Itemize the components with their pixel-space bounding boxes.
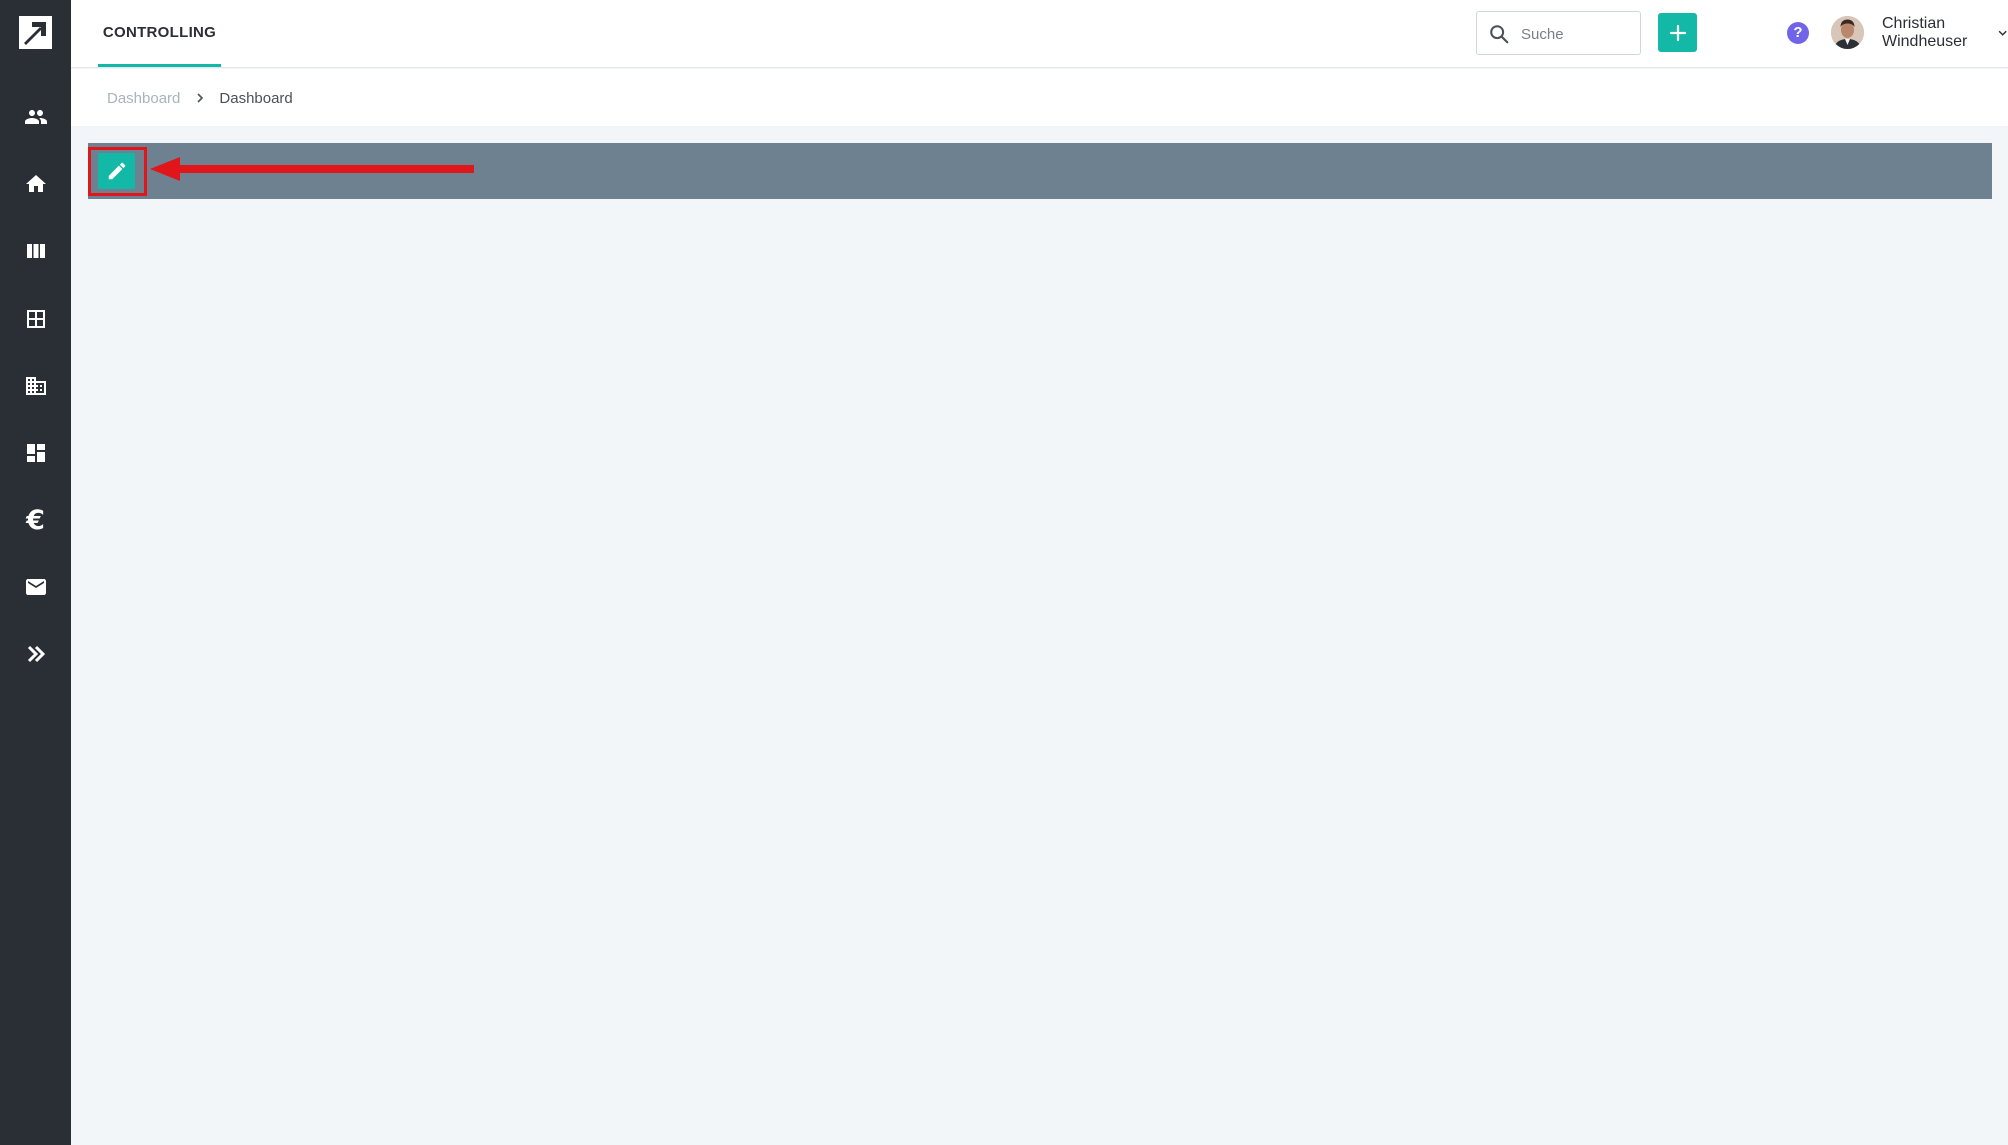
dashboard-toolbar (88, 143, 1992, 199)
logo-icon[interactable] (19, 16, 52, 49)
columns-icon (26, 244, 45, 258)
mail-icon (25, 579, 46, 595)
search-input[interactable] (1521, 22, 1631, 46)
people-icon (24, 110, 47, 124)
building-icon (25, 377, 46, 395)
search-field[interactable] (1476, 11, 1641, 55)
dashboard-icon (26, 444, 45, 462)
top-header: CONTROLLING ? Christian Windh (71, 0, 2008, 68)
breadcrumb-current: Dashboard (219, 89, 293, 107)
sidebar-item-home[interactable] (0, 160, 71, 208)
breadcrumb-area (71, 69, 2008, 126)
sidebar: € (0, 0, 71, 1145)
pencil-icon (108, 162, 125, 180)
sidebar-expand-button[interactable] (0, 630, 71, 678)
avatar[interactable] (1831, 16, 1864, 49)
euro-icon: € (26, 504, 45, 536)
tab-controlling[interactable]: CONTROLLING (98, 0, 221, 67)
avatar-image (1831, 16, 1864, 49)
sidebar-item-finance[interactable]: € (0, 496, 71, 544)
app-window: € CONTROLLING ? (0, 0, 2008, 1145)
chevron-down-icon (1998, 30, 2007, 36)
chevron-right-icon (197, 93, 204, 103)
sidebar-item-dashboard[interactable] (0, 429, 71, 477)
user-menu[interactable]: Christian Windheuser (1882, 15, 2008, 50)
grid-icon (26, 310, 45, 328)
sidebar-item-contacts[interactable] (0, 93, 71, 141)
breadcrumb-link-dashboard[interactable]: Dashboard (107, 90, 180, 107)
expand-icon (27, 645, 45, 663)
plus-icon (1669, 24, 1686, 41)
help-icon[interactable]: ? (1787, 22, 1809, 44)
home-icon (25, 175, 46, 192)
add-button[interactable] (1658, 13, 1697, 52)
sidebar-item-projects[interactable] (0, 227, 71, 275)
sidebar-item-mail[interactable] (0, 563, 71, 611)
edit-dashboard-button[interactable] (98, 153, 135, 189)
sidebar-item-companies[interactable] (0, 362, 71, 410)
user-name: Christian Windheuser (1882, 15, 1968, 50)
sidebar-item-tables[interactable] (0, 295, 71, 343)
search-icon (1490, 25, 1509, 44)
breadcrumb: Dashboard Dashboard (107, 88, 293, 108)
